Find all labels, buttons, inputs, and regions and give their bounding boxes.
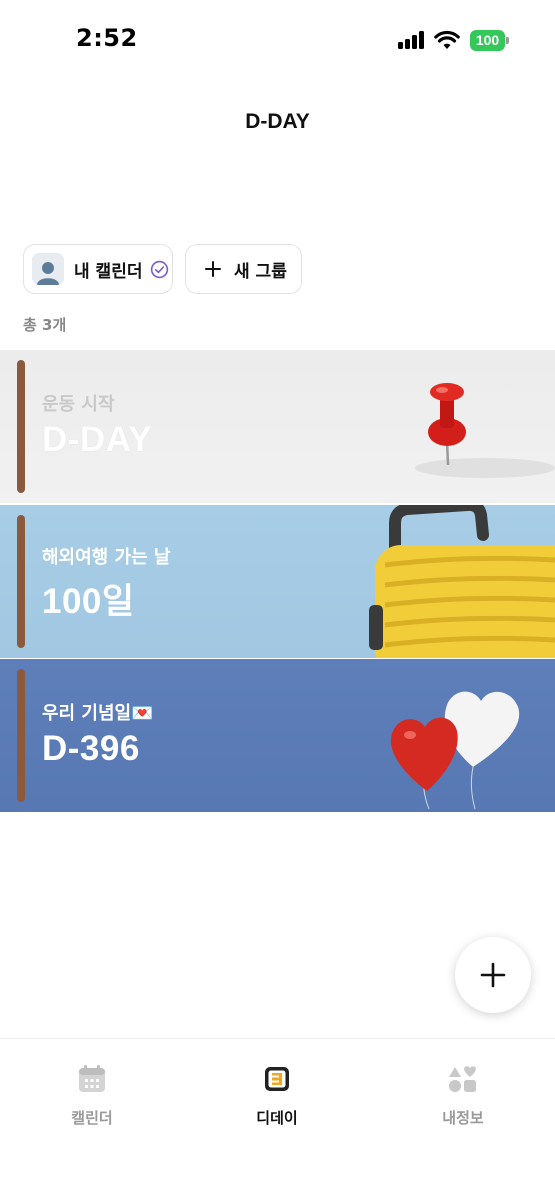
card-dday-value: D-396 xyxy=(42,729,140,768)
dday-card[interactable]: 해외여행 가는 날 100일 xyxy=(0,505,555,658)
shapes-icon xyxy=(449,1066,476,1092)
my-calendar-label: 내 캘린더 xyxy=(74,261,143,282)
tab-dday-label: 디데이 xyxy=(256,1109,298,1127)
card-color-bar xyxy=(17,360,25,493)
card-title: 운동 시작 xyxy=(42,394,115,415)
dday-list-icon xyxy=(265,1067,289,1091)
cellular-signal-icon xyxy=(398,31,426,49)
pushpin-image xyxy=(415,383,555,478)
card-color-bar xyxy=(17,515,25,648)
card-title: 해외여행 가는 날 xyxy=(42,547,171,568)
page-title: D-DAY xyxy=(245,110,310,133)
card-color-bar xyxy=(17,669,25,802)
tab-calendar-label: 캘린더 xyxy=(71,1109,113,1127)
dday-card[interactable]: 우리 기념일💌 D-396 xyxy=(0,659,555,812)
tab-dday[interactable]: 디데이 xyxy=(217,1063,337,1128)
bottom-tab-bar: 캘린더 디데이 내정보 xyxy=(0,1038,555,1200)
battery-level: 100 xyxy=(470,30,505,51)
dday-card[interactable]: 운동 시작 D-DAY xyxy=(0,350,555,503)
card-title: 우리 기념일💌 xyxy=(42,703,154,724)
card-dday-value: D-DAY xyxy=(42,420,153,459)
user-avatar-icon xyxy=(37,262,59,285)
wifi-icon xyxy=(434,30,460,49)
new-group-button[interactable]: 새 그룹 xyxy=(185,244,302,294)
plus-icon xyxy=(205,261,221,277)
new-group-label: 새 그룹 xyxy=(234,261,287,282)
avatar xyxy=(32,253,64,285)
check-circle-icon xyxy=(151,260,169,278)
suitcase-image xyxy=(369,505,555,658)
total-count: 총 3개 xyxy=(23,316,67,334)
plus-icon xyxy=(480,962,506,988)
tab-calendar[interactable]: 캘린더 xyxy=(32,1063,152,1128)
status-bar: 2:52 100 xyxy=(0,0,555,80)
tab-my-info[interactable]: 내정보 xyxy=(403,1063,523,1128)
heart-balloons-image xyxy=(390,691,520,810)
my-calendar-chip[interactable]: 내 캘린더 xyxy=(23,244,173,294)
tab-my-info-label: 내정보 xyxy=(442,1109,484,1127)
card-dday-value: 100일 xyxy=(42,582,135,621)
status-time: 2:52 xyxy=(76,24,138,52)
calendar-icon xyxy=(79,1065,105,1092)
battery-icon: 100 xyxy=(470,30,509,51)
add-dday-button[interactable] xyxy=(455,937,531,1013)
